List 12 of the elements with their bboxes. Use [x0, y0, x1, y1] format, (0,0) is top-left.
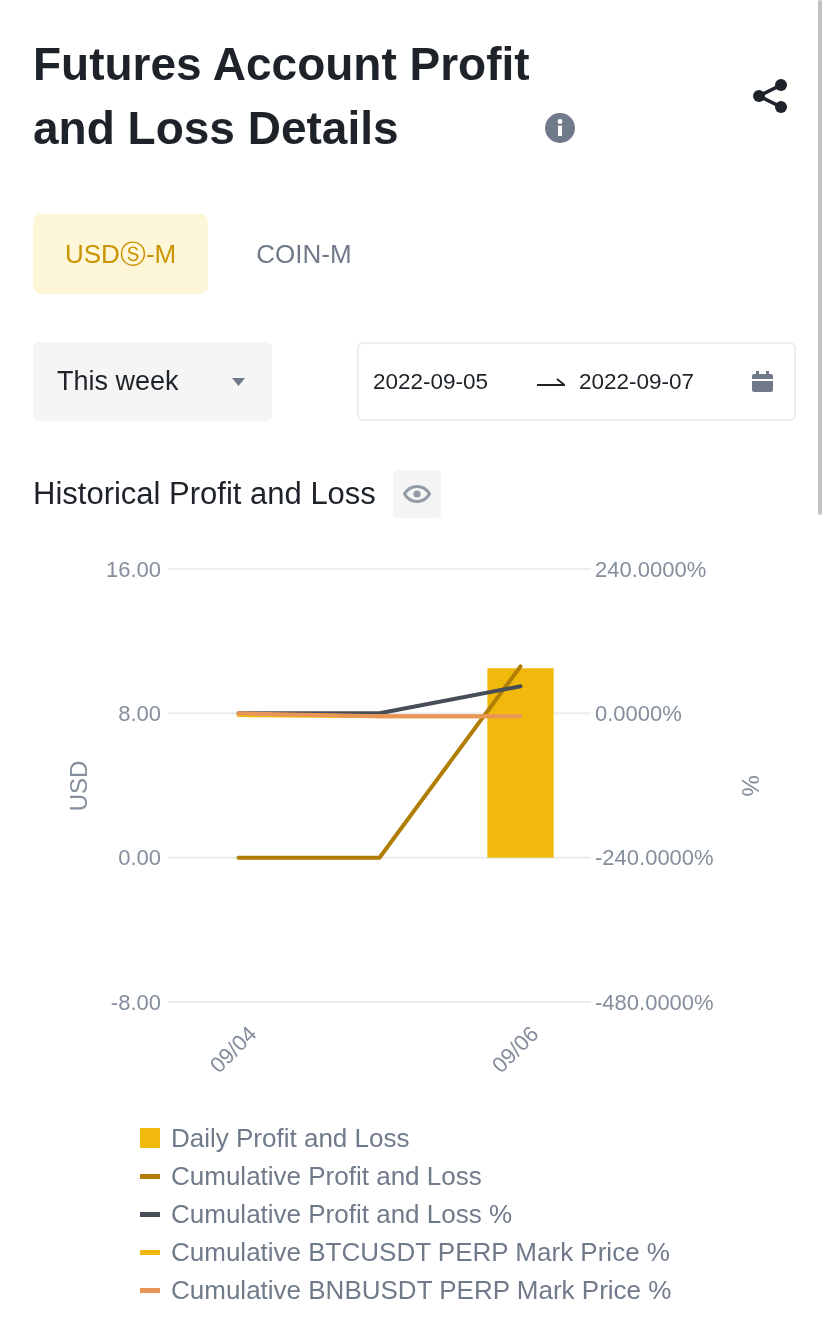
page-title: Futures Account Profit and Loss Details — [33, 37, 531, 156]
right-axis-title: % — [736, 775, 764, 797]
y-axis-label: 8.00 — [118, 700, 161, 726]
right-axis-label: -240.0000% — [595, 845, 714, 871]
right-axis-label: 240.0000% — [595, 556, 707, 582]
y-axis-title: USD — [64, 760, 92, 812]
y-axis-label: 0.00 — [118, 845, 161, 871]
right-axis-label: -480.0000% — [595, 989, 714, 1015]
section-title: Historical Profit and Loss — [33, 476, 376, 512]
right-axis-label: 0.0000% — [595, 700, 682, 726]
y-axis-label: 16.00 — [105, 556, 161, 582]
y-axis-label: -8.00 — [110, 989, 161, 1015]
